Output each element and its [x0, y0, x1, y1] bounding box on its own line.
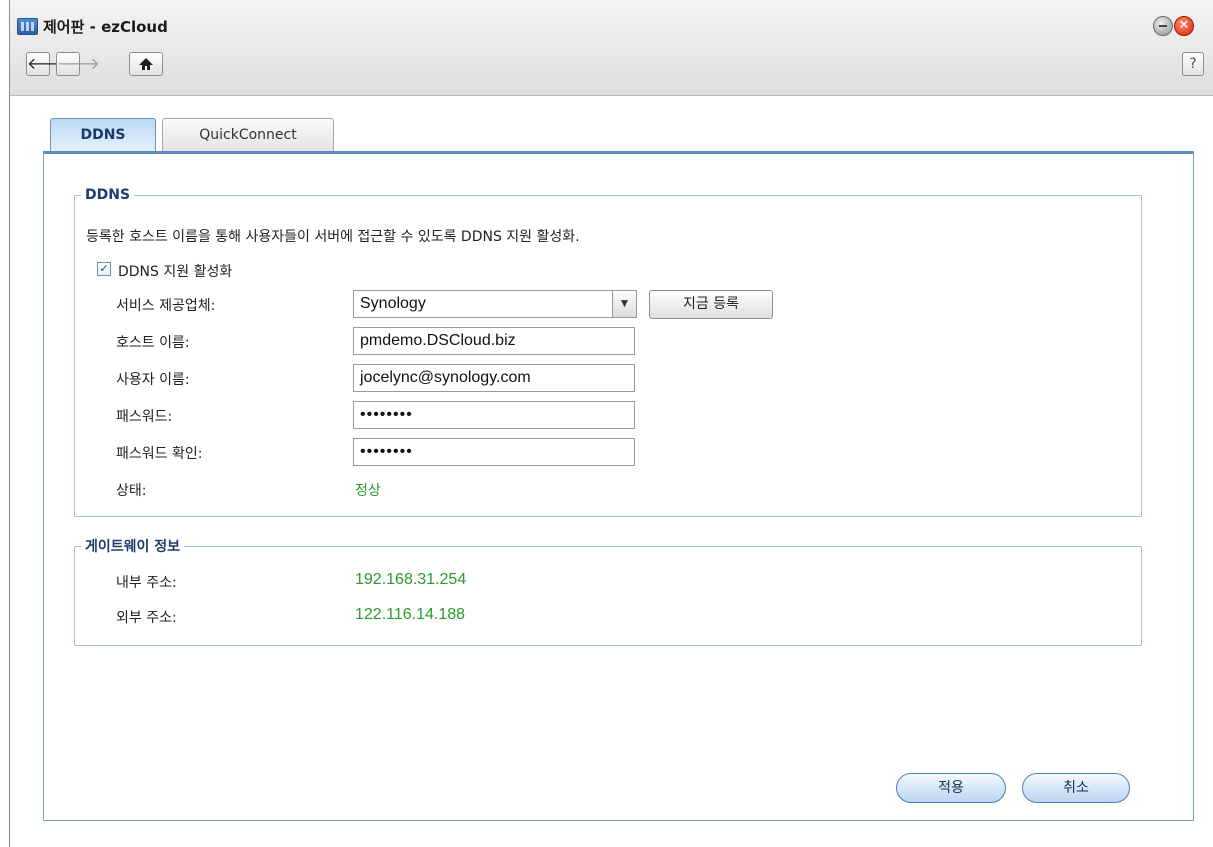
- external-address-value: 122.116.14.188: [355, 606, 466, 623]
- password-field[interactable]: ••••••••: [353, 401, 635, 429]
- back-button[interactable]: 🡐: [26, 52, 70, 76]
- ddns-section-title: DDNS: [85, 187, 131, 203]
- username-label: 사용자 이름:: [116, 372, 190, 388]
- hostname-field[interactable]: pmdemo.DSCloud.biz: [353, 327, 635, 355]
- external-address-label: 외부 주소:: [116, 610, 177, 626]
- provider-select[interactable]: Synology ▼: [353, 290, 637, 318]
- ddns-description: 등록한 호스트 이름을 통해 사용자들이 서버에 접근할 수 있도록 DDNS …: [86, 229, 580, 245]
- help-button[interactable]: ?: [1182, 52, 1204, 76]
- home-button[interactable]: [129, 52, 163, 76]
- forward-button[interactable]: 🡒: [56, 52, 100, 76]
- home-icon: [139, 58, 153, 71]
- tab-quickconnect[interactable]: QuickConnect: [162, 118, 334, 151]
- status-label: 상태:: [116, 483, 147, 499]
- chevron-down-icon[interactable]: ▼: [612, 291, 636, 317]
- register-now-button[interactable]: 지금 등록: [649, 290, 773, 319]
- arrow-right-icon: 🡒: [57, 54, 100, 73]
- tab-ddns[interactable]: DDNS: [50, 118, 156, 153]
- minimize-button[interactable]: [1153, 16, 1173, 36]
- gateway-section-title: 게이트웨이 정보: [85, 539, 181, 555]
- hostname-label: 호스트 이름:: [116, 335, 190, 351]
- cancel-button[interactable]: 취소: [1022, 773, 1130, 803]
- control-panel-app-icon: [17, 18, 38, 35]
- enable-ddns-label[interactable]: DDNS 지원 활성화: [118, 261, 232, 281]
- status-value: 정상: [355, 483, 381, 499]
- gateway-section: 게이트웨이 정보: [74, 536, 1142, 646]
- internal-address-value: 192.168.31.254: [355, 571, 467, 588]
- title-bar: 제어판 - ezCloud ✕ 🡐 🡒 ?: [10, 0, 1213, 96]
- confirm-password-field[interactable]: ••••••••: [353, 438, 635, 466]
- close-button[interactable]: ✕: [1174, 16, 1194, 36]
- internal-address-label: 내부 주소:: [116, 575, 177, 591]
- username-field[interactable]: jocelync@synology.com: [353, 364, 635, 392]
- enable-ddns-checkbox[interactable]: ✓: [97, 262, 111, 276]
- password-label: 패스워드:: [116, 409, 173, 425]
- provider-label: 서비스 제공업체:: [116, 298, 216, 314]
- apply-button[interactable]: 적용: [896, 773, 1006, 803]
- provider-selected-value: Synology: [360, 295, 426, 312]
- window-title: 제어판 - ezCloud: [43, 18, 168, 36]
- confirm-password-label: 패스워드 확인:: [116, 446, 203, 462]
